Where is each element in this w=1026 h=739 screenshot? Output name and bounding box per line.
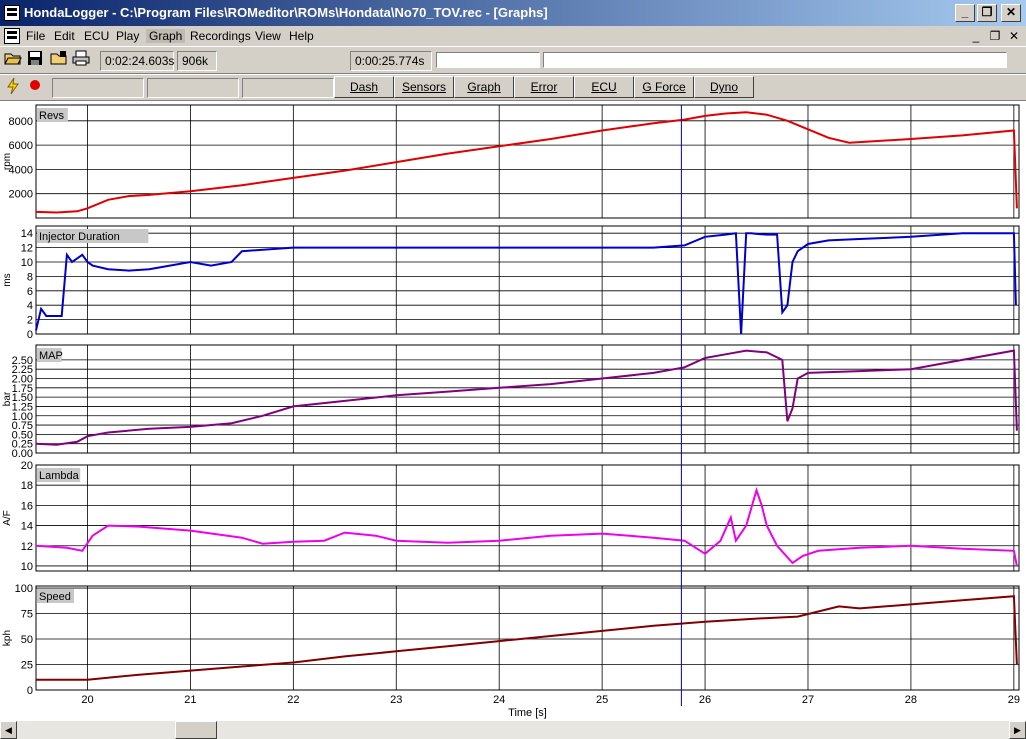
unit-label: ms xyxy=(2,273,13,286)
x-tick-label: 23 xyxy=(390,694,402,706)
x-axis-label: Time [s] xyxy=(508,707,547,719)
y-tick-label: 2000 xyxy=(9,189,33,201)
mdi-minimize-icon[interactable]: _ xyxy=(968,29,984,43)
menu-ecu[interactable]: ECU xyxy=(84,29,109,43)
panel-frame xyxy=(35,464,1020,572)
y-tick-label: 100 xyxy=(15,583,33,595)
mdi-close-icon[interactable]: ✕ xyxy=(1006,29,1022,43)
y-tick-label: 14 xyxy=(21,521,33,533)
file-size-display: 906k xyxy=(177,51,217,71)
document-icon[interactable] xyxy=(4,28,20,44)
position-field[interactable] xyxy=(436,52,540,68)
y-tick-label: 75 xyxy=(21,609,33,621)
x-tick-label: 24 xyxy=(493,694,505,706)
title-bar: HondaLogger - C:\Program Files\ROMeditor… xyxy=(0,0,1026,26)
status-panel-2 xyxy=(147,78,239,98)
menu-bar: File Edit ECU Play Graph Recordings View… xyxy=(0,26,1026,46)
x-tick-label: 28 xyxy=(905,694,917,706)
tab-dash[interactable]: Dash xyxy=(334,76,394,98)
scroll-left-icon[interactable]: ◀ xyxy=(0,721,17,739)
y-tick-label: 4 xyxy=(27,300,33,312)
y-tick-label: 8 xyxy=(27,271,33,283)
x-tick-label: 29 xyxy=(1008,694,1020,706)
y-tick-label: 14 xyxy=(21,228,33,240)
close-button[interactable]: ✕ xyxy=(1001,4,1021,22)
panel-frame xyxy=(35,344,1020,454)
record-icon[interactable] xyxy=(24,77,46,99)
menu-view[interactable]: View xyxy=(255,29,281,43)
status-panel-3 xyxy=(242,78,334,98)
current-time-display: 0:00:25.774s xyxy=(350,51,432,71)
y-tick-label: 16 xyxy=(21,500,33,512)
x-tick-label: 21 xyxy=(184,694,196,706)
tab-error-codes[interactable]: Error Codes xyxy=(514,76,574,114)
scroll-right-icon[interactable]: ▶ xyxy=(1009,721,1026,739)
menu-help[interactable]: Help xyxy=(289,29,314,43)
y-tick-label: 10 xyxy=(21,561,33,573)
total-time-display: 0:02:24.603s xyxy=(100,51,174,71)
y-tick-label: 12 xyxy=(21,243,33,255)
y-tick-label: 0 xyxy=(27,685,33,697)
y-tick-label: 18 xyxy=(21,480,33,492)
y-tick-label: 2.50 xyxy=(12,355,33,367)
print-icon[interactable] xyxy=(70,50,92,72)
progress-field[interactable] xyxy=(543,52,1007,68)
panel-name-label: Lambda xyxy=(39,470,80,482)
mdi-restore-icon[interactable]: ❐ xyxy=(987,29,1003,43)
open-icon[interactable] xyxy=(2,50,24,72)
x-tick-label: 26 xyxy=(699,694,711,706)
menu-play[interactable]: Play xyxy=(116,29,139,43)
lightning-icon[interactable] xyxy=(2,77,24,99)
tab-ecu[interactable]: ECU xyxy=(574,76,634,98)
y-tick-label: 6000 xyxy=(9,140,33,152)
x-tick-label: 25 xyxy=(596,694,608,706)
minimize-button[interactable]: _ xyxy=(955,4,975,22)
tab-dyno[interactable]: Dyno xyxy=(694,76,754,98)
graph-canvas[interactable]: 2000400060008000rpmRevs02468101214msInje… xyxy=(0,101,1026,721)
unit-label: kph xyxy=(2,630,13,646)
save-icon[interactable] xyxy=(24,50,46,72)
menu-edit[interactable]: Edit xyxy=(54,29,75,43)
y-tick-label: 10 xyxy=(21,257,33,269)
main-toolbar: 0:02:24.603s 906k 0:00:25.774s xyxy=(0,46,1026,113)
window-title: HondaLogger - C:\Program Files\ROMeditor… xyxy=(24,5,548,20)
menu-file[interactable]: File xyxy=(26,29,45,43)
panel-frame xyxy=(35,225,1020,335)
panel-name-label: MAP xyxy=(39,350,63,362)
unit-label: bar xyxy=(2,391,13,406)
y-tick-label: 8000 xyxy=(9,116,33,128)
y-tick-label: 50 xyxy=(21,634,33,646)
unit-label: A/F xyxy=(2,510,13,526)
y-tick-label: 6 xyxy=(27,286,33,298)
horizontal-scrollbar[interactable]: ◀ ▶ xyxy=(0,721,1026,739)
x-tick-label: 22 xyxy=(287,694,299,706)
tab-sensors[interactable]: Sensors xyxy=(394,76,454,98)
panel-name-label: Injector Duration xyxy=(39,231,120,243)
unit-label: rpm xyxy=(2,153,13,170)
x-tick-label: 20 xyxy=(81,694,93,706)
y-tick-label: 12 xyxy=(21,541,33,553)
panel-frame xyxy=(35,104,1020,219)
menu-recordings[interactable]: Recordings xyxy=(190,29,251,43)
tab-g-force[interactable]: G Force xyxy=(634,76,694,98)
panel-name-label: Revs xyxy=(39,110,65,122)
maximize-button[interactable]: ❐ xyxy=(977,4,997,22)
scroll-thumb[interactable] xyxy=(175,721,217,739)
y-tick-label: 2 xyxy=(27,315,33,327)
app-icon[interactable] xyxy=(4,5,20,21)
tab-graph[interactable]: Graph xyxy=(454,76,514,98)
recordings-folder-icon[interactable] xyxy=(48,50,70,72)
status-panel-1 xyxy=(52,78,144,98)
y-tick-label: 0 xyxy=(27,329,33,341)
y-tick-label: 20 xyxy=(21,460,33,472)
graph-area[interactable]: 2000 4000 6000 8000 rpm Revs 0 2 4 6 8 10 12 14 ms Inje… xyxy=(0,101,1026,721)
menu-graph[interactable]: Graph xyxy=(146,29,186,43)
panel-name-label: Speed xyxy=(39,591,71,603)
x-tick-label: 27 xyxy=(802,694,814,706)
y-tick-label: 25 xyxy=(21,660,33,672)
